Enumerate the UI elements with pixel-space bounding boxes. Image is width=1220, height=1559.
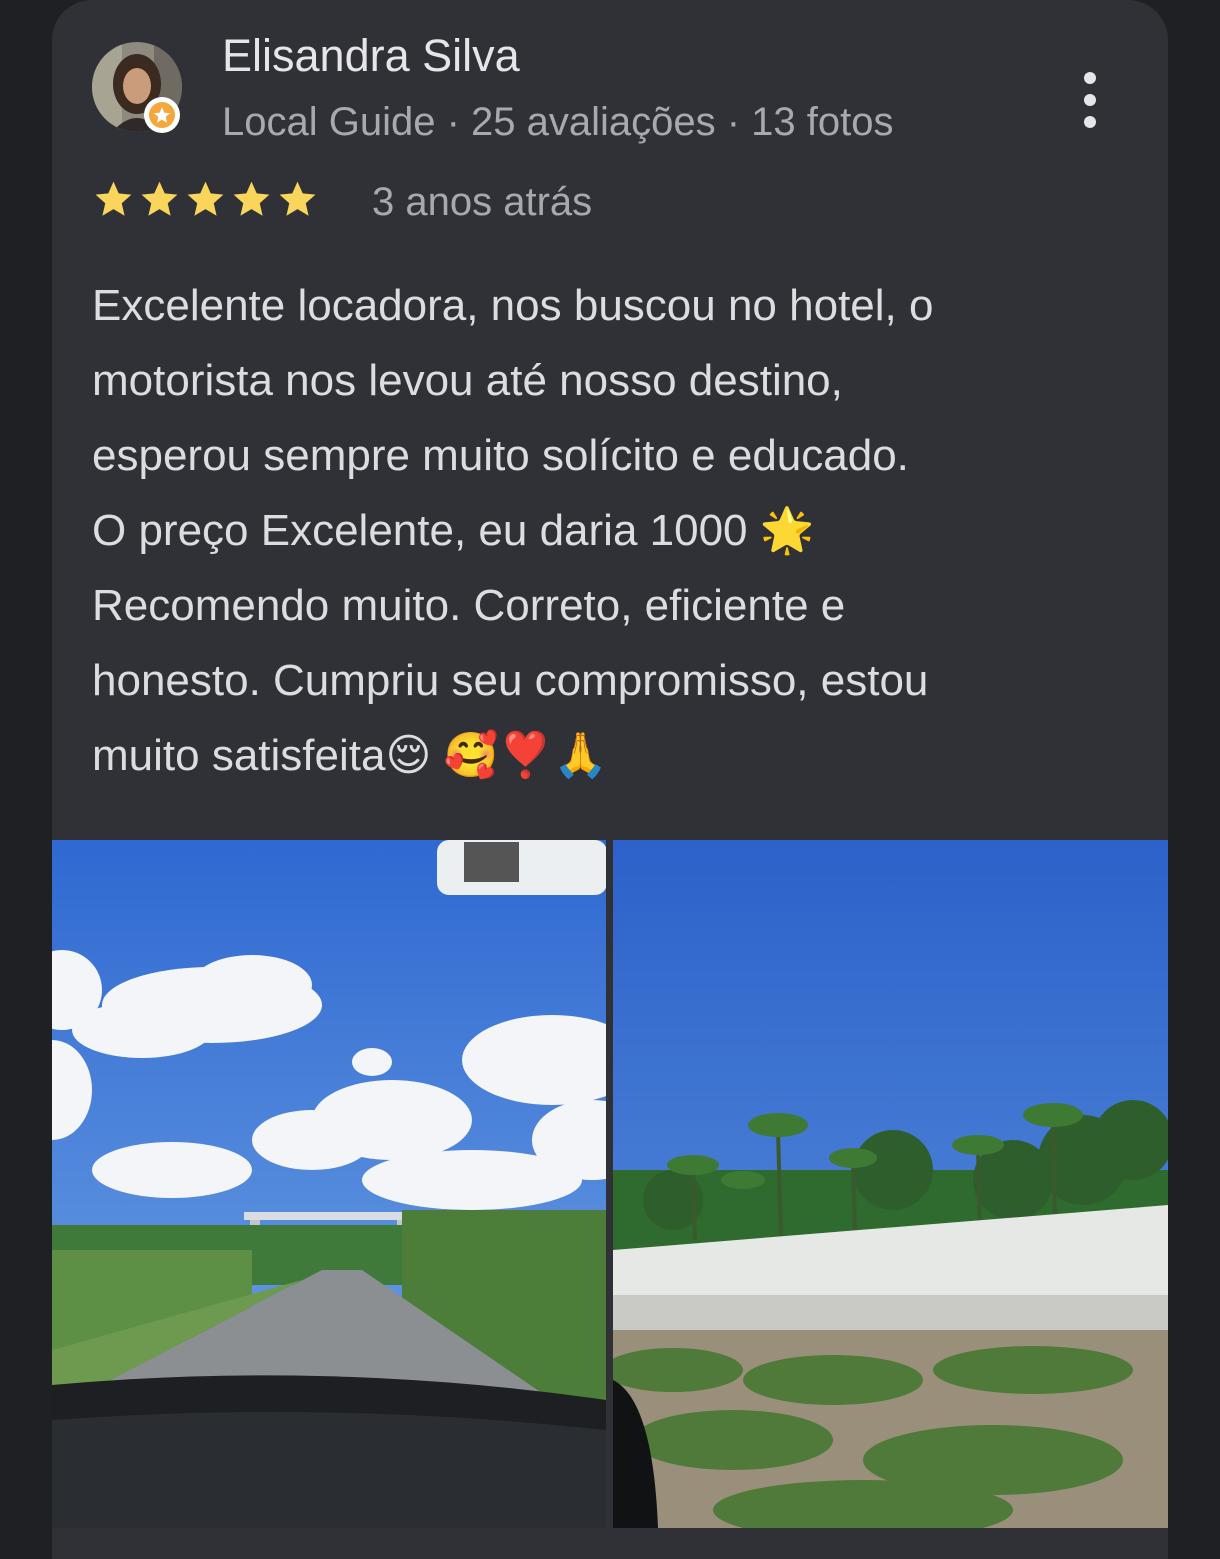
star-icon [141,181,178,216]
local-guide-badge-icon [144,97,180,133]
star-rating [92,178,319,221]
star-icon [95,181,132,216]
review-text-line: motorista nos levou até nosso destino, [92,356,843,405]
review-text-line: muito satisfeita😌 🥰❣️🙏 [92,731,608,780]
review-time: 3 anos atrás [372,180,593,224]
review-text-line: Excelente locadora, nos buscou no hotel,… [92,281,934,330]
review-card: Elisandra Silva Local Guide · 25 avaliaç… [52,0,1168,1559]
photo-palms-image [613,840,1168,1528]
review-text-line: Recomendo muito. Correto, eficiente e [92,581,846,630]
star-icon [233,181,270,216]
more-options-button[interactable] [1068,62,1112,142]
photo-road-image [52,840,606,1528]
review-text: Excelente locadora, nos buscou no hotel,… [92,268,1152,793]
more-vert-icon [1084,72,1096,128]
reviewer-name[interactable]: Elisandra Silva [222,30,520,82]
star-icon [187,181,224,216]
review-text-line: O preço Excelente, eu daria 1000 🌟 [92,506,815,555]
reviewer-meta: Local Guide · 25 avaliações · 13 fotos [222,100,894,144]
star-icon [279,181,316,216]
review-text-line: esperou sempre muito solícito e educado. [92,431,909,480]
review-photo-1[interactable] [52,840,606,1528]
review-text-line: honesto. Cumpriu seu compromisso, estou [92,656,929,705]
review-photo-2[interactable] [613,840,1168,1528]
